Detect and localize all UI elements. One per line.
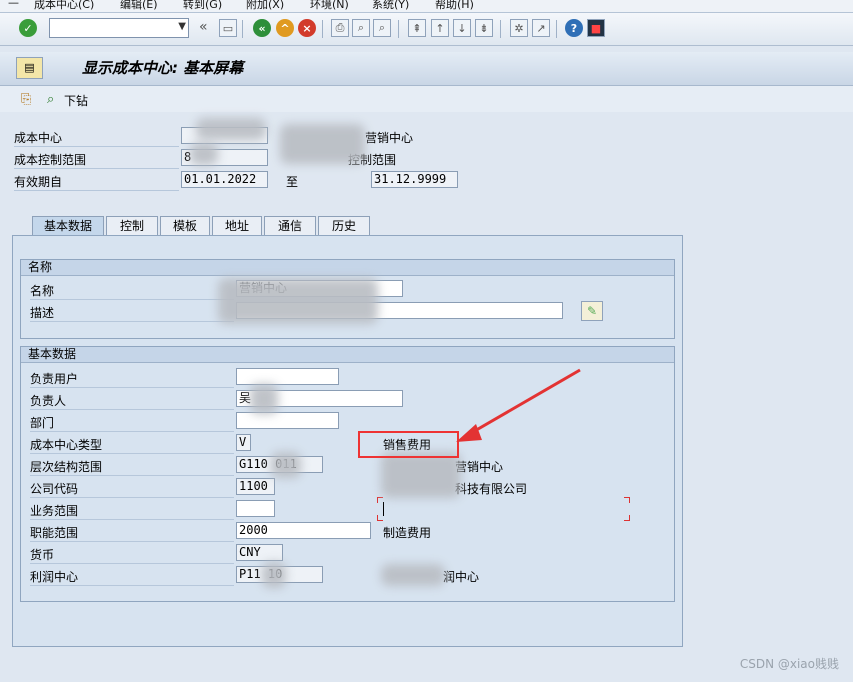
profit-center-desc: 润中心 — [443, 570, 480, 584]
drilldown-button[interactable]: 下钻 — [64, 93, 88, 109]
menu-help[interactable]: 帮助(H) — [435, 0, 474, 12]
command-field[interactable]: ▼ — [49, 18, 189, 38]
business-area-label: 业务范围 — [30, 504, 79, 518]
annotation-arrow-icon — [456, 368, 581, 442]
tab-history[interactable]: 历史 — [318, 216, 370, 235]
long-text-edit-icon[interactable]: ✎ — [581, 301, 603, 321]
valid-to-field[interactable]: 31.12.9999 — [371, 171, 458, 188]
back-icon[interactable]: « — [253, 19, 271, 37]
cost-center-category-label: 成本中心类型 — [30, 438, 103, 452]
currency-field[interactable]: CNY — [236, 544, 283, 561]
business-area-field[interactable] — [236, 500, 275, 517]
responsible-user-field[interactable] — [236, 368, 339, 385]
previous-page-icon[interactable]: ↑ — [431, 19, 449, 37]
redaction-blur — [250, 384, 278, 414]
controlling-area-label: 成本控制范围 — [14, 153, 87, 167]
functional-area-label: 职能范围 — [30, 526, 79, 540]
cost-center-label: 成本中心 — [14, 131, 63, 145]
menu-goto[interactable]: 转到(G) — [183, 0, 222, 12]
redaction-blur — [190, 143, 218, 165]
save-icon[interactable]: ▭ — [219, 19, 237, 37]
cost-center-desc: 营销中心 — [365, 131, 414, 145]
functional-area-desc: 制造费用 — [383, 526, 432, 540]
application-toolbar — [0, 86, 853, 112]
tab-address[interactable]: 地址 — [212, 216, 262, 235]
print-icon[interactable]: ⎙ — [331, 19, 349, 37]
currency-label: 货币 — [30, 548, 55, 562]
help-icon[interactable]: ? — [565, 19, 583, 37]
tab-template[interactable]: 模板 — [160, 216, 210, 235]
responsible-user-label: 负责用户 — [30, 372, 79, 386]
valid-from-field[interactable]: 01.01.2022 — [181, 171, 268, 188]
chevron-down-icon[interactable]: ▼ — [178, 21, 186, 32]
company-code-label: 公司代码 — [30, 482, 79, 496]
new-session-icon[interactable]: ✲ — [510, 19, 528, 37]
person-responsible-label: 负责人 — [30, 394, 67, 408]
redaction-blur — [280, 124, 365, 164]
valid-from-label: 有效期自 — [14, 175, 63, 189]
next-page-icon[interactable]: ↓ — [453, 19, 471, 37]
cancel-icon[interactable]: × — [298, 19, 316, 37]
cost-center-category-field[interactable]: V — [236, 434, 251, 451]
find-next-icon[interactable]: ⌕ — [373, 19, 391, 37]
last-page-icon[interactable]: ⇟ — [475, 19, 493, 37]
description-label: 描述 — [30, 306, 55, 320]
valid-to-label: 至 — [286, 175, 299, 189]
copy-object-icon[interactable]: ⎘ — [21, 92, 31, 107]
menu-bar: — 成本中心(C) 编辑(E) 转到(G) 附加(X) 环境(N) 系统(Y) … — [0, 0, 853, 13]
department-label: 部门 — [30, 416, 55, 430]
menu-environment[interactable]: 环境(N) — [310, 0, 349, 12]
menu-edit[interactable]: 编辑(E) — [120, 0, 158, 12]
department-field[interactable] — [236, 412, 339, 429]
drilldown-icon[interactable]: ⌕ — [47, 92, 54, 107]
tab-basic-data[interactable]: 基本数据 — [32, 216, 104, 235]
tab-communication[interactable]: 通信 — [264, 216, 316, 235]
redaction-blur — [262, 562, 286, 588]
page-title: 显示成本中心: 基本屏幕 — [82, 59, 244, 77]
menu-list-icon[interactable]: ▤ — [16, 57, 43, 79]
tab-control[interactable]: 控制 — [106, 216, 158, 235]
redaction-blur — [196, 118, 266, 140]
group-basic-data-title: 基本数据 — [21, 347, 674, 363]
redaction-blur — [271, 452, 301, 478]
menu-system[interactable]: 系统(Y) — [372, 0, 409, 12]
menu-extras[interactable]: 附加(X) — [246, 0, 284, 12]
first-page-icon[interactable]: ⇞ — [408, 19, 426, 37]
customize-layout-icon[interactable]: ■ — [587, 19, 605, 37]
redaction-blur — [381, 564, 445, 586]
standard-toolbar: ✓ ▼ « ▭ « ^ × ⎙ ⌕ ⌕ ⇞ ↑ ↓ ⇟ ✲ ↗ ? ■ — [0, 13, 853, 46]
redaction-blur — [218, 278, 378, 324]
hierarchy-area-label: 层次结构范围 — [30, 460, 103, 474]
name-label: 名称 — [30, 284, 55, 298]
nav-back-double-icon[interactable]: « — [199, 19, 208, 35]
watermark: CSDN @xiao贱贱 — [739, 657, 839, 671]
profit-center-label: 利润中心 — [30, 570, 79, 584]
exit-icon[interactable]: ^ — [276, 19, 294, 37]
functional-area-field[interactable]: 2000 — [236, 522, 371, 539]
focus-bracket — [377, 497, 630, 521]
enter-check-icon[interactable]: ✓ — [19, 19, 37, 37]
shortcut-icon[interactable]: ↗ — [532, 19, 550, 37]
menu-cost-center[interactable]: 成本中心(C) — [34, 0, 94, 12]
text-cursor — [383, 502, 384, 516]
company-code-field[interactable]: 1100 — [236, 478, 275, 495]
company-code-desc: 科技有限公司 — [455, 482, 528, 496]
system-menu-icon[interactable]: — — [8, 0, 19, 9]
find-icon[interactable]: ⌕ — [352, 19, 370, 37]
group-names-title: 名称 — [21, 260, 674, 276]
